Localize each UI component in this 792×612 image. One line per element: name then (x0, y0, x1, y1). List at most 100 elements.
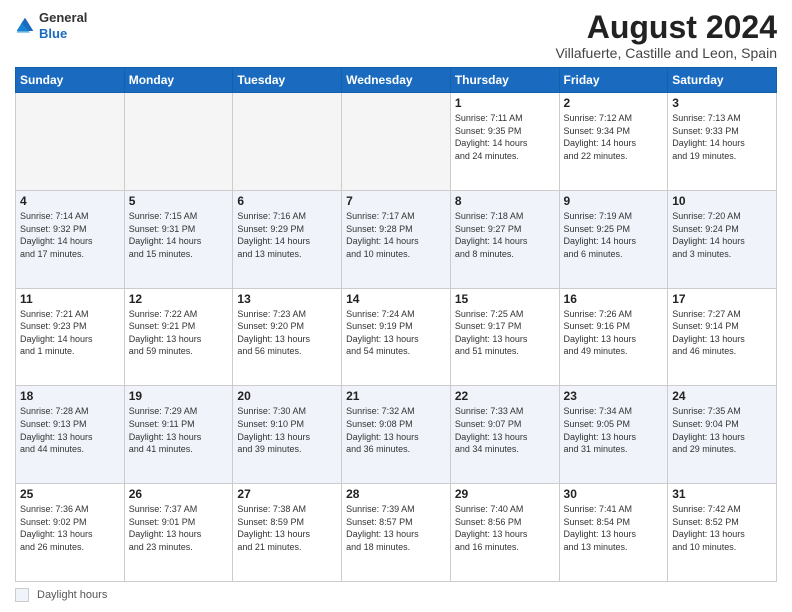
calendar-cell (124, 93, 233, 191)
col-header-thursday: Thursday (450, 68, 559, 93)
calendar-cell: 12Sunrise: 7:22 AM Sunset: 9:21 PM Dayli… (124, 288, 233, 386)
calendar-cell: 27 Sunrise: 7:38 AM Sunset: 8:59 PM Dayli… (233, 484, 342, 582)
calendar-table: SundayMondayTuesdayWednesdayThursdayFrid… (15, 67, 777, 582)
col-header-wednesday: Wednesday (342, 68, 451, 93)
day-number: 9 (564, 194, 664, 208)
calendar-cell: 26Sunrise: 7:37 AM Sunset: 9:01 PM Dayli… (124, 484, 233, 582)
day-number: 27 (237, 487, 337, 501)
col-header-friday: Friday (559, 68, 668, 93)
day-info: Sunrise: 7:15 AM Sunset: 9:31 PM Dayligh… (129, 210, 229, 260)
calendar-cell: 5 Sunrise: 7:15 AM Sunset: 9:31 PM Daylig… (124, 190, 233, 288)
main-title: August 2024 (555, 10, 777, 45)
calendar-cell: 22Sunrise: 7:33 AM Sunset: 9:07 PM Dayli… (450, 386, 559, 484)
calendar-cell: 25Sunrise: 7:36 AM Sunset: 9:02 PM Dayli… (16, 484, 125, 582)
day-number: 29 (455, 487, 555, 501)
calendar-cell: 31Sunrise: 7:42 AM Sunset: 8:52 PM Dayli… (668, 484, 777, 582)
week-row-1: 1 Sunrise: 7:11 AM Sunset: 9:35 PM Daylig… (16, 93, 777, 191)
day-info: Sunrise: 7:32 AM Sunset: 9:08 PM Dayligh… (346, 405, 446, 455)
header: General Blue August 2024 Villafuerte, Ca… (15, 10, 777, 61)
calendar-cell: 9 Sunrise: 7:19 AM Sunset: 9:25 PM Daylig… (559, 190, 668, 288)
day-number: 25 (20, 487, 120, 501)
calendar-cell: 14 Sunrise: 7:24 AM Sunset: 9:19 PM Dayli… (342, 288, 451, 386)
day-info: Sunrise: 7:14 AM Sunset: 9:32 PM Dayligh… (20, 210, 120, 260)
col-header-sunday: Sunday (16, 68, 125, 93)
calendar-cell: 24 Sunrise: 7:35 AM Sunset: 9:04 PM Dayli… (668, 386, 777, 484)
calendar-cell: 10 Sunrise: 7:20 AM Sunset: 9:24 PM Dayli… (668, 190, 777, 288)
calendar-cell: 21 Sunrise: 7:32 AM Sunset: 9:08 PM Dayli… (342, 386, 451, 484)
calendar-cell: 20 Sunrise: 7:30 AM Sunset: 9:10 PM Dayli… (233, 386, 342, 484)
calendar-cell: 11 Sunrise: 7:21 AM Sunset: 9:23 PM Dayli… (16, 288, 125, 386)
day-number: 4 (20, 194, 120, 208)
day-info: Sunrise: 7:38 AM Sunset: 8:59 PM Dayligh… (237, 503, 337, 553)
calendar-cell: 7 Sunrise: 7:17 AM Sunset: 9:28 PM Daylig… (342, 190, 451, 288)
daylight-box-icon (15, 588, 29, 602)
day-number: 17 (672, 292, 772, 306)
day-info: Sunrise: 7:16 AM Sunset: 9:29 PM Dayligh… (237, 210, 337, 260)
day-info: Sunrise: 7:12 AM Sunset: 9:34 PM Dayligh… (564, 112, 664, 162)
calendar-cell: 28Sunrise: 7:39 AM Sunset: 8:57 PM Dayli… (342, 484, 451, 582)
day-number: 3 (672, 96, 772, 110)
calendar-cell: 2 Sunrise: 7:12 AM Sunset: 9:34 PM Daylig… (559, 93, 668, 191)
day-info: Sunrise: 7:28 AM Sunset: 9:13 PM Dayligh… (20, 405, 120, 455)
calendar-cell: 15 Sunrise: 7:25 AM Sunset: 9:17 PM Dayli… (450, 288, 559, 386)
col-header-saturday: Saturday (668, 68, 777, 93)
day-number: 23 (564, 389, 664, 403)
day-number: 10 (672, 194, 772, 208)
calendar-cell (342, 93, 451, 191)
day-info: Sunrise: 7:23 AM Sunset: 9:20 PM Dayligh… (237, 308, 337, 358)
header-row: SundayMondayTuesdayWednesdayThursdayFrid… (16, 68, 777, 93)
day-info: Sunrise: 7:11 AM Sunset: 9:35 PM Dayligh… (455, 112, 555, 162)
day-info: Sunrise: 7:13 AM Sunset: 9:33 PM Dayligh… (672, 112, 772, 162)
day-number: 24 (672, 389, 772, 403)
day-info: Sunrise: 7:20 AM Sunset: 9:24 PM Dayligh… (672, 210, 772, 260)
calendar-cell: 8Sunrise: 7:18 AM Sunset: 9:27 PM Daylig… (450, 190, 559, 288)
calendar-cell: 1 Sunrise: 7:11 AM Sunset: 9:35 PM Daylig… (450, 93, 559, 191)
calendar-cell: 23 Sunrise: 7:34 AM Sunset: 9:05 PM Dayli… (559, 386, 668, 484)
day-info: Sunrise: 7:34 AM Sunset: 9:05 PM Dayligh… (564, 405, 664, 455)
day-number: 7 (346, 194, 446, 208)
day-number: 12 (129, 292, 229, 306)
calendar-cell: 19Sunrise: 7:29 AM Sunset: 9:11 PM Dayli… (124, 386, 233, 484)
day-info: Sunrise: 7:30 AM Sunset: 9:10 PM Dayligh… (237, 405, 337, 455)
day-number: 11 (20, 292, 120, 306)
calendar-cell (16, 93, 125, 191)
subtitle: Villafuerte, Castille and Leon, Spain (555, 45, 777, 61)
day-number: 2 (564, 96, 664, 110)
day-info: Sunrise: 7:24 AM Sunset: 9:19 PM Dayligh… (346, 308, 446, 358)
calendar-cell: 16 Sunrise: 7:26 AM Sunset: 9:16 PM Dayli… (559, 288, 668, 386)
calendar-cell: 18 Sunrise: 7:28 AM Sunset: 9:13 PM Dayli… (16, 386, 125, 484)
day-number: 14 (346, 292, 446, 306)
day-number: 15 (455, 292, 555, 306)
day-info: Sunrise: 7:35 AM Sunset: 9:04 PM Dayligh… (672, 405, 772, 455)
day-number: 13 (237, 292, 337, 306)
day-number: 18 (20, 389, 120, 403)
day-info: Sunrise: 7:29 AM Sunset: 9:11 PM Dayligh… (129, 405, 229, 455)
day-number: 16 (564, 292, 664, 306)
day-info: Sunrise: 7:17 AM Sunset: 9:28 PM Dayligh… (346, 210, 446, 260)
calendar-body: 1 Sunrise: 7:11 AM Sunset: 9:35 PM Daylig… (16, 93, 777, 582)
calendar-cell (233, 93, 342, 191)
page: General Blue August 2024 Villafuerte, Ca… (0, 0, 792, 612)
day-number: 28 (346, 487, 446, 501)
day-info: Sunrise: 7:37 AM Sunset: 9:01 PM Dayligh… (129, 503, 229, 553)
day-info: Sunrise: 7:25 AM Sunset: 9:17 PM Dayligh… (455, 308, 555, 358)
day-info: Sunrise: 7:40 AM Sunset: 8:56 PM Dayligh… (455, 503, 555, 553)
day-number: 1 (455, 96, 555, 110)
daylight-label: Daylight hours (37, 589, 107, 601)
day-info: Sunrise: 7:21 AM Sunset: 9:23 PM Dayligh… (20, 308, 120, 358)
day-number: 21 (346, 389, 446, 403)
week-row-2: 4 Sunrise: 7:14 AM Sunset: 9:32 PM Daylig… (16, 190, 777, 288)
day-info: Sunrise: 7:18 AM Sunset: 9:27 PM Dayligh… (455, 210, 555, 260)
day-info: Sunrise: 7:33 AM Sunset: 9:07 PM Dayligh… (455, 405, 555, 455)
day-number: 6 (237, 194, 337, 208)
day-number: 5 (129, 194, 229, 208)
week-row-5: 25Sunrise: 7:36 AM Sunset: 9:02 PM Dayli… (16, 484, 777, 582)
calendar-cell: 4 Sunrise: 7:14 AM Sunset: 9:32 PM Daylig… (16, 190, 125, 288)
day-number: 20 (237, 389, 337, 403)
week-row-3: 11 Sunrise: 7:21 AM Sunset: 9:23 PM Dayli… (16, 288, 777, 386)
day-info: Sunrise: 7:19 AM Sunset: 9:25 PM Dayligh… (564, 210, 664, 260)
footer: Daylight hours (15, 588, 777, 602)
calendar-cell: 17Sunrise: 7:27 AM Sunset: 9:14 PM Dayli… (668, 288, 777, 386)
calendar-cell: 29 Sunrise: 7:40 AM Sunset: 8:56 PM Dayli… (450, 484, 559, 582)
day-info: Sunrise: 7:26 AM Sunset: 9:16 PM Dayligh… (564, 308, 664, 358)
